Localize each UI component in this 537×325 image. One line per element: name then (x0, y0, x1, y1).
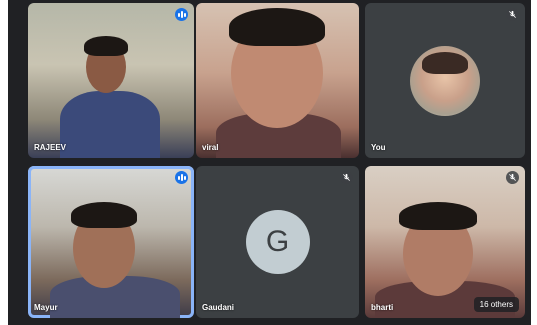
participant-name: Gaudani (202, 303, 235, 312)
mic-off-icon (506, 171, 519, 184)
participant-name: You (371, 143, 386, 152)
participant-hair (229, 8, 325, 46)
audio-level-icon (175, 8, 188, 21)
participant-tile-you[interactable]: You (365, 3, 525, 158)
participant-figure (60, 91, 160, 158)
participant-name: viral (202, 143, 219, 152)
audio-level-icon (175, 171, 188, 184)
participant-hair (399, 202, 477, 230)
participant-tile-gaudani[interactable]: G Gaudani (196, 166, 359, 318)
participant-avatar: G (245, 210, 310, 274)
participant-grid: RAJEEV viral You Mayur G Gaudani bharti … (8, 0, 531, 325)
participant-name: bharti (371, 303, 394, 312)
participant-tile-mayur[interactable]: Mayur (28, 166, 194, 318)
more-participants-badge[interactable]: 16 others (473, 297, 519, 312)
mic-off-icon (506, 8, 519, 21)
participant-tile-viral[interactable]: viral (196, 3, 359, 158)
participant-avatar (410, 45, 480, 116)
participant-tile-rajeev[interactable]: RAJEEV (28, 3, 194, 158)
participant-name: Mayur (34, 303, 58, 312)
mic-off-icon (340, 171, 353, 184)
participant-tile-bharti[interactable]: bharti 16 others (365, 166, 525, 318)
meeting-screenshot: RAJEEV viral You Mayur G Gaudani bharti … (0, 0, 537, 325)
participant-hair (84, 36, 128, 56)
participant-hair (71, 202, 137, 228)
participant-name: RAJEEV (34, 143, 67, 152)
